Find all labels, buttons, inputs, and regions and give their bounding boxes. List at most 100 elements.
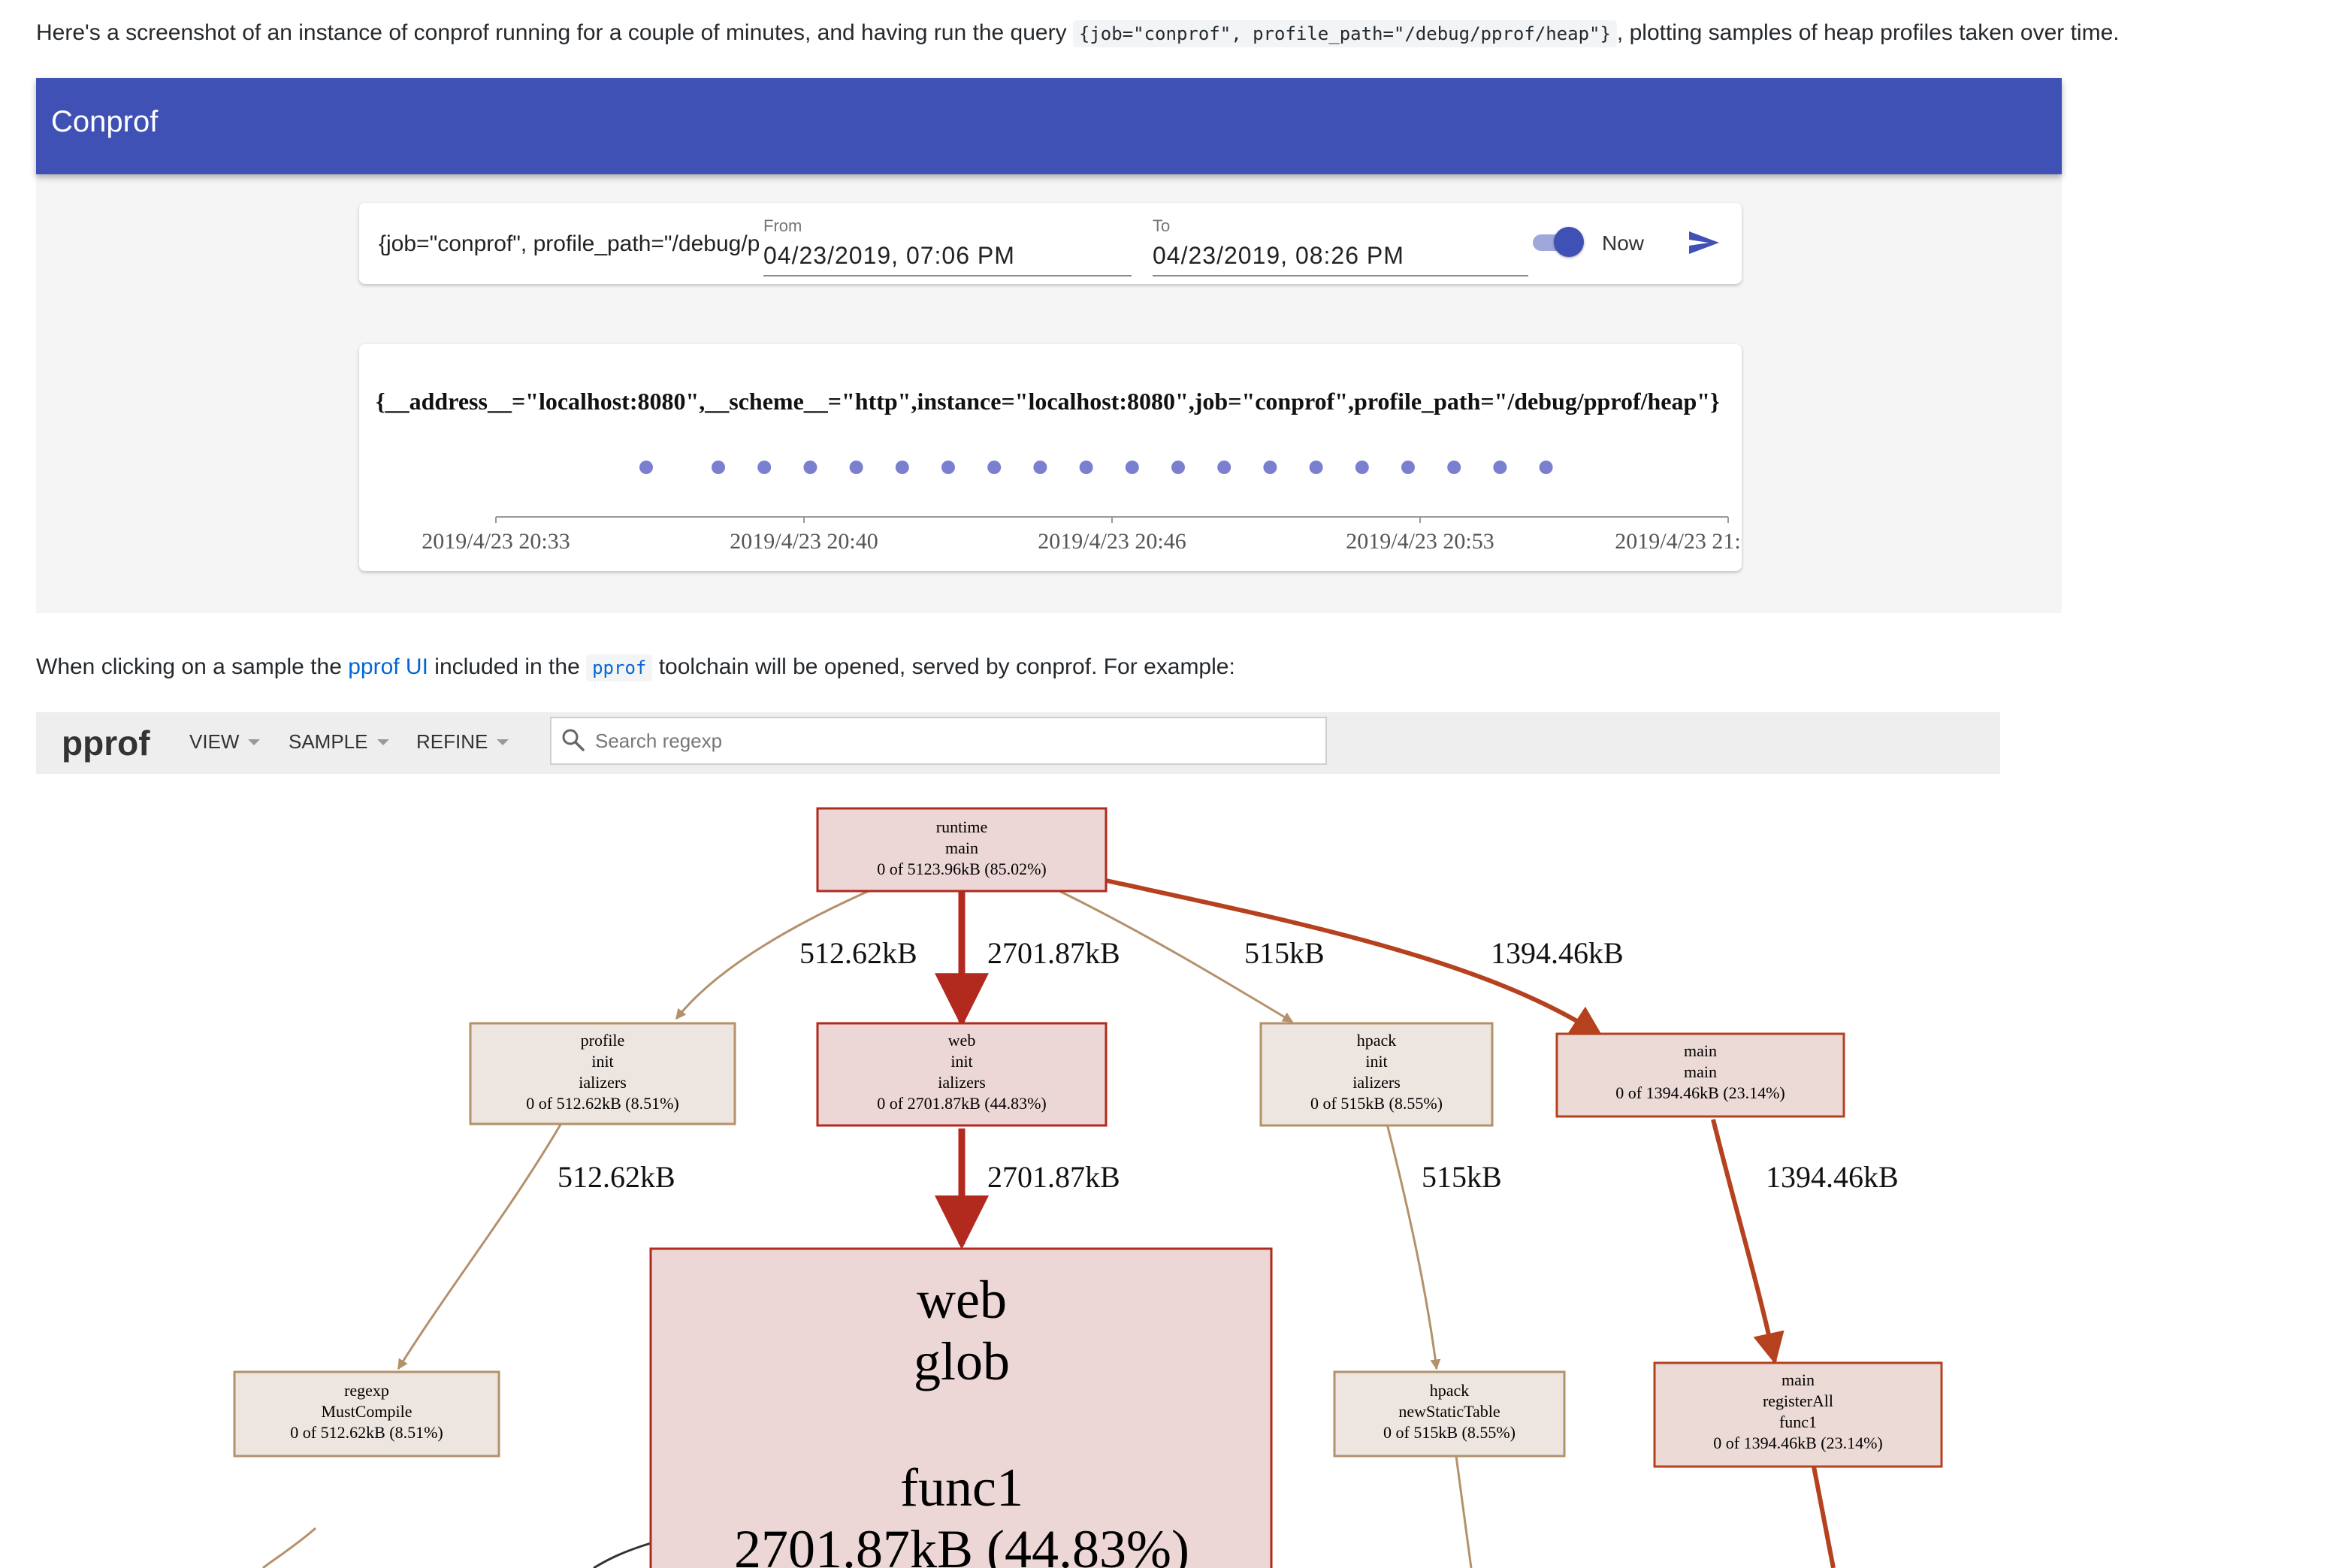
edge-continuation-black [593,1542,651,1568]
svg-text:ializers: ializers [579,1073,627,1092]
node-hpack-newstatictable[interactable]: hpack newStaticTable 0 of 515kB (8.55%) [1333,1370,1566,1458]
svg-text:init: init [591,1052,613,1071]
pprof-code: pprof [586,654,653,681]
svg-text:main: main [945,838,978,857]
query-input[interactable]: {job="conprof", profile_path="/debug/ppr… [379,231,759,257]
edge-profile-init-to-regexp[interactable] [397,1119,565,1370]
edge-label: 1394.46kB [1766,1160,1899,1194]
middle-paragraph: When clicking on a sample the pprof UI i… [36,652,1235,683]
axis-tick-label: 2019/4/23 20:33 [422,529,570,554]
node-main-registerall-func1[interactable]: main registerAll func1 0 of 1394.46kB (2… [1653,1361,1943,1468]
svg-text:newStaticTable: newStaticTable [1398,1402,1500,1421]
svg-text:web: web [948,1031,976,1050]
sample-dot[interactable] [1171,461,1185,474]
svg-text:0 of 1394.46kB (23.14%): 0 of 1394.46kB (23.14%) [1615,1083,1785,1102]
intro-query-code: {job="conprof", profile_path="/debug/ppr… [1072,20,1617,47]
sample-dot[interactable] [1401,461,1415,474]
from-underline [763,275,1132,276]
middle-middle: included in the [434,654,580,679]
svg-text:registerAll: registerAll [1763,1391,1833,1410]
svg-text:0 of 515kB (8.55%): 0 of 515kB (8.55%) [1383,1423,1516,1442]
pprof-toolbar: pprof VIEW SAMPLE REFINE [36,712,2000,774]
edge-label: 2701.87kB [987,936,1120,970]
node-hpack-initializers[interactable]: hpack init ializers 0 of 515kB (8.55%) [1259,1022,1494,1127]
sample-dot[interactable] [1539,461,1553,474]
now-label: Now [1602,231,1645,255]
menu-refine[interactable]: REFINE [416,730,509,754]
svg-text:init: init [1365,1052,1387,1071]
conprof-app: Conprof {job="conprof", profile_path="/d… [36,78,2062,613]
from-date-input[interactable]: 04/23/2019, 07:06 PM [763,242,1015,270]
send-icon [1689,231,1719,254]
sample-dot[interactable] [639,461,653,474]
edge-label: 512.62kB [799,936,917,970]
edge-main-main-to-registerall[interactable] [1711,1119,1785,1365]
svg-text:func1: func1 [1779,1412,1817,1431]
chevron-down-icon [497,739,509,745]
svg-text:web: web [917,1270,1007,1330]
to-label: To [1153,216,1171,235]
chevron-down-icon [376,739,389,745]
search-input[interactable] [594,724,1303,757]
sample-dot[interactable] [849,461,863,474]
axis-tick-label: 2019/4/23 20:46 [1038,529,1186,554]
sample-dot[interactable] [1033,461,1047,474]
svg-text:glob: glob [914,1331,1010,1391]
node-regexp-mustcompile[interactable]: regexp MustCompile 0 of 512.62kB (8.51%) [233,1370,500,1458]
menu-sample-label: SAMPLE [289,730,368,753]
edge-continuation-hpack [1455,1455,1473,1568]
search-icon [562,729,585,751]
sample-dot[interactable] [1079,461,1093,474]
svg-text:0 of 2701.87kB (44.83%): 0 of 2701.87kB (44.83%) [877,1094,1046,1113]
svg-text:hpack: hpack [1430,1381,1470,1400]
now-toggle[interactable] [1530,225,1584,258]
node-main-main[interactable]: main main 0 of 1394.46kB (23.14%) [1555,1032,1845,1118]
sample-dot[interactable] [941,461,955,474]
node-runtime-main[interactable]: runtime main 0 of 5123.96kB (85.02%) [816,807,1108,893]
sample-dot[interactable] [895,461,909,474]
svg-text:regexp: regexp [344,1381,389,1400]
svg-text:runtime: runtime [936,817,987,836]
svg-text:func1: func1 [900,1458,1023,1518]
toggle-knob [1554,227,1584,257]
menu-sample[interactable]: SAMPLE [289,730,389,754]
sample-dot[interactable] [1493,461,1507,474]
sample-dot[interactable] [987,461,1002,474]
svg-text:ializers: ializers [938,1073,986,1092]
sample-dot[interactable] [803,461,817,474]
svg-text:MustCompile: MustCompile [321,1402,412,1421]
node-web-glob-func1[interactable]: web glob func1 2701.87kB (44.83%) [649,1247,1273,1568]
menu-view-label: VIEW [189,730,240,753]
edge-label: 515kB [1422,1160,1502,1194]
sample-dot[interactable] [1447,461,1461,474]
sample-dot[interactable] [712,461,725,474]
svg-text:profile: profile [581,1031,625,1050]
node-profile-initializers[interactable]: profile init ializers 0 of 512.62kB (8.5… [469,1022,736,1125]
edge-label: 515kB [1244,936,1325,970]
sample-dot[interactable] [1263,461,1277,474]
intro-paragraph: Here's a screenshot of an instance of co… [36,18,2120,49]
app-bar: Conprof [36,78,2062,174]
svg-text:main: main [1781,1370,1815,1389]
sample-dot[interactable] [757,461,772,474]
axis-tick-label: 2019/4/23 20:40 [730,529,878,554]
menu-refine-label: REFINE [416,730,488,753]
edge-continuation-left [262,1527,316,1568]
sample-dot[interactable] [1125,461,1139,474]
edge-label: 2701.87kB [987,1160,1120,1194]
pprof-logo: pprof [62,724,150,763]
pprof-ui-link[interactable]: pprof UI [348,654,428,679]
query-card: {job="conprof", profile_path="/debug/ppr… [359,203,1742,284]
send-button[interactable] [1682,221,1725,264]
svg-text:2701.87kB (44.83%): 2701.87kB (44.83%) [734,1519,1189,1568]
node-web-initializers[interactable]: web init ializers 0 of 2701.87kB (44.83%… [816,1022,1108,1127]
svg-text:ializers: ializers [1352,1073,1401,1092]
menu-view[interactable]: VIEW [189,730,261,754]
sample-dot[interactable] [1217,461,1231,474]
from-label: From [763,216,802,235]
series-card: {__address__="localhost:8080",__scheme__… [359,344,1742,571]
sample-dot[interactable] [1355,461,1369,474]
to-date-input[interactable]: 04/23/2019, 08:26 PM [1153,242,1404,270]
svg-text:hpack: hpack [1357,1031,1397,1050]
sample-dot[interactable] [1309,461,1323,474]
